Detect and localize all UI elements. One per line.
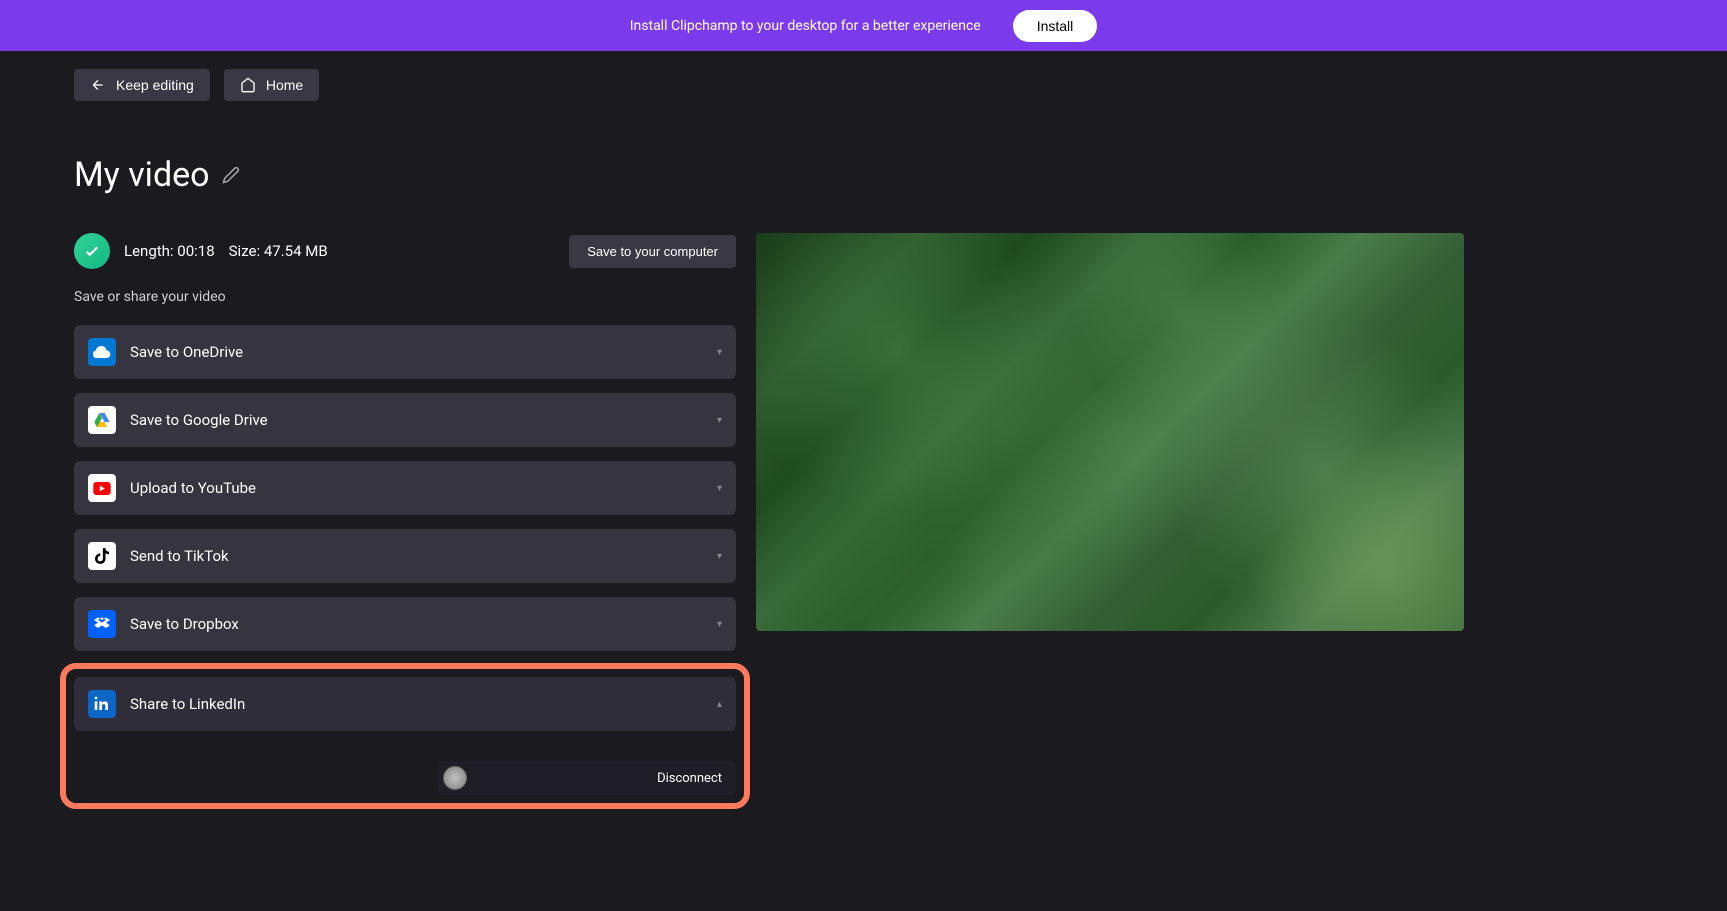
chevron-down-icon: ▾ [717, 483, 722, 494]
tiktok-icon [88, 542, 116, 570]
banner-text: Install Clipchamp to your desktop for a … [630, 18, 981, 34]
keep-editing-button[interactable]: Keep editing [74, 69, 210, 101]
home-label: Home [266, 77, 303, 93]
youtube-icon [88, 474, 116, 502]
success-check-icon [74, 233, 110, 269]
video-length: Length: 00:18 [124, 242, 215, 260]
install-button[interactable]: Install [1013, 10, 1098, 42]
linkedin-disconnect-bar[interactable]: Disconnect [438, 761, 736, 795]
video-title: My video [74, 155, 210, 195]
share-section-label: Save or share your video [74, 289, 736, 305]
share-linkedin-label: Share to LinkedIn [130, 695, 245, 713]
chevron-down-icon: ▾ [717, 415, 722, 426]
share-tiktok[interactable]: Send to TikTok ▾ [74, 529, 736, 583]
chevron-down-icon: ▾ [717, 347, 722, 358]
home-button[interactable]: Home [224, 69, 319, 101]
share-dropbox[interactable]: Save to Dropbox ▾ [74, 597, 736, 651]
save-to-computer-button[interactable]: Save to your computer [569, 235, 736, 268]
share-onedrive[interactable]: Save to OneDrive ▾ [74, 325, 736, 379]
install-banner: Install Clipchamp to your desktop for a … [0, 0, 1727, 51]
arrow-left-icon [90, 77, 106, 93]
dropbox-icon [88, 610, 116, 638]
share-onedrive-label: Save to OneDrive [130, 343, 243, 361]
chevron-up-icon: ▴ [717, 699, 722, 710]
chevron-down-icon: ▾ [717, 551, 722, 562]
share-gdrive-label: Save to Google Drive [130, 411, 268, 429]
share-google-drive[interactable]: Save to Google Drive ▾ [74, 393, 736, 447]
home-icon [240, 77, 256, 93]
chevron-down-icon: ▾ [717, 619, 722, 630]
share-tiktok-label: Send to TikTok [130, 547, 229, 565]
google-drive-icon [88, 406, 116, 434]
video-size: Size: 47.54 MB [229, 242, 328, 260]
disconnect-label: Disconnect [657, 771, 722, 786]
share-linkedin-highlighted: Share to LinkedIn ▴ Disconnect [66, 669, 744, 803]
share-youtube-label: Upload to YouTube [130, 479, 256, 497]
linkedin-icon [88, 690, 116, 718]
keep-editing-label: Keep editing [116, 77, 194, 93]
share-dropbox-label: Save to Dropbox [130, 615, 239, 633]
share-linkedin[interactable]: Share to LinkedIn ▴ [74, 677, 736, 731]
video-preview[interactable] [756, 233, 1464, 631]
edit-icon[interactable] [222, 166, 240, 184]
onedrive-icon [88, 338, 116, 366]
avatar-icon [443, 766, 467, 790]
share-youtube[interactable]: Upload to YouTube ▾ [74, 461, 736, 515]
